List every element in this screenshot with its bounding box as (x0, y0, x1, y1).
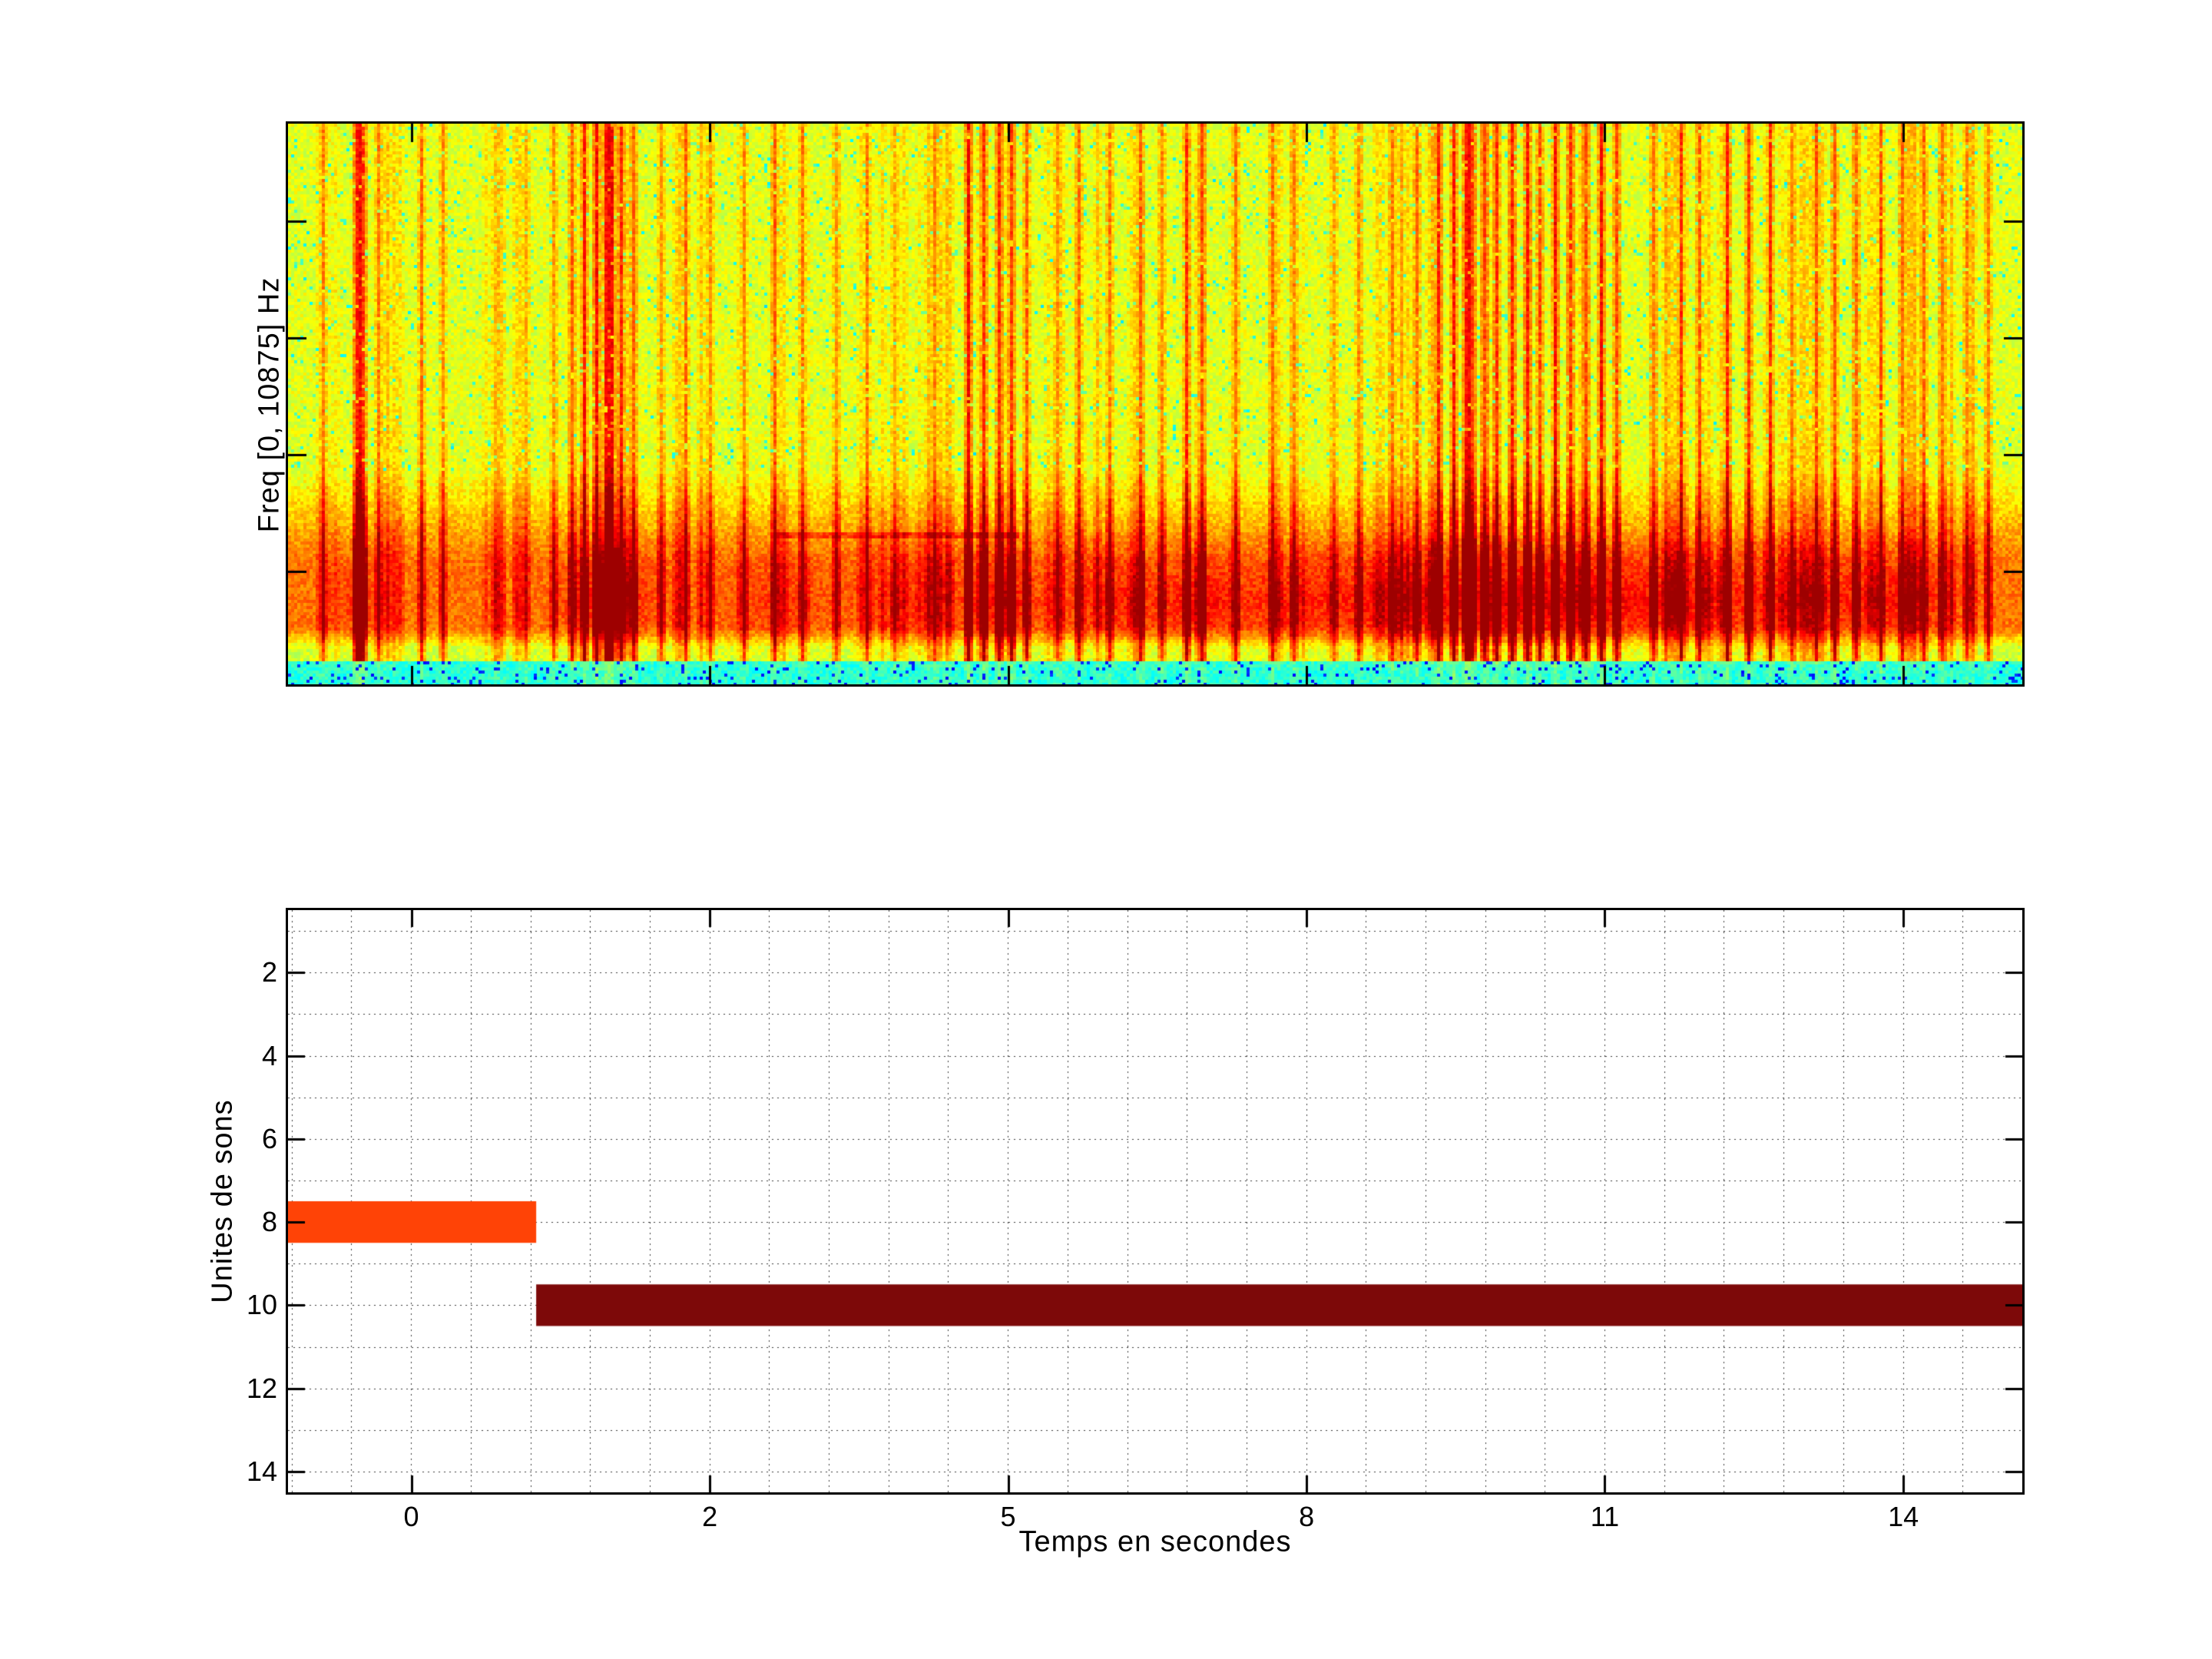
y-tick-label: 8 (208, 1208, 277, 1236)
y-tick-label: 12 (208, 1375, 277, 1402)
units-chart-canvas (288, 910, 2022, 1492)
y-tick-label: 14 (208, 1458, 277, 1485)
x-tick-label: 14 (1888, 1503, 1919, 1531)
time-axis-label: Temps en secondes (1019, 1526, 1292, 1559)
matlab-figure-window: { "figure": { "background": "#FFFFFF" },… (0, 0, 2212, 1659)
y-tick-label: 4 (208, 1042, 277, 1070)
x-tick-label: 2 (702, 1503, 717, 1531)
x-tick-label: 11 (1591, 1503, 1619, 1531)
y-tick-label: 6 (208, 1125, 277, 1153)
figure-canvas: Freq [0, 10875] Hz Unites de sons Temps … (0, 0, 2212, 1659)
units-plot (286, 908, 2025, 1495)
spectrogram-plot (286, 121, 2025, 687)
x-tick-label: 5 (1001, 1503, 1016, 1531)
spectrogram-canvas (288, 124, 2022, 684)
y-tick-label: 10 (208, 1291, 277, 1319)
freq-axis-label: Freq [0, 10875] Hz (253, 277, 286, 533)
x-tick-label: 0 (404, 1503, 419, 1531)
y-tick-label: 2 (208, 959, 277, 986)
x-tick-label: 8 (1299, 1503, 1314, 1531)
